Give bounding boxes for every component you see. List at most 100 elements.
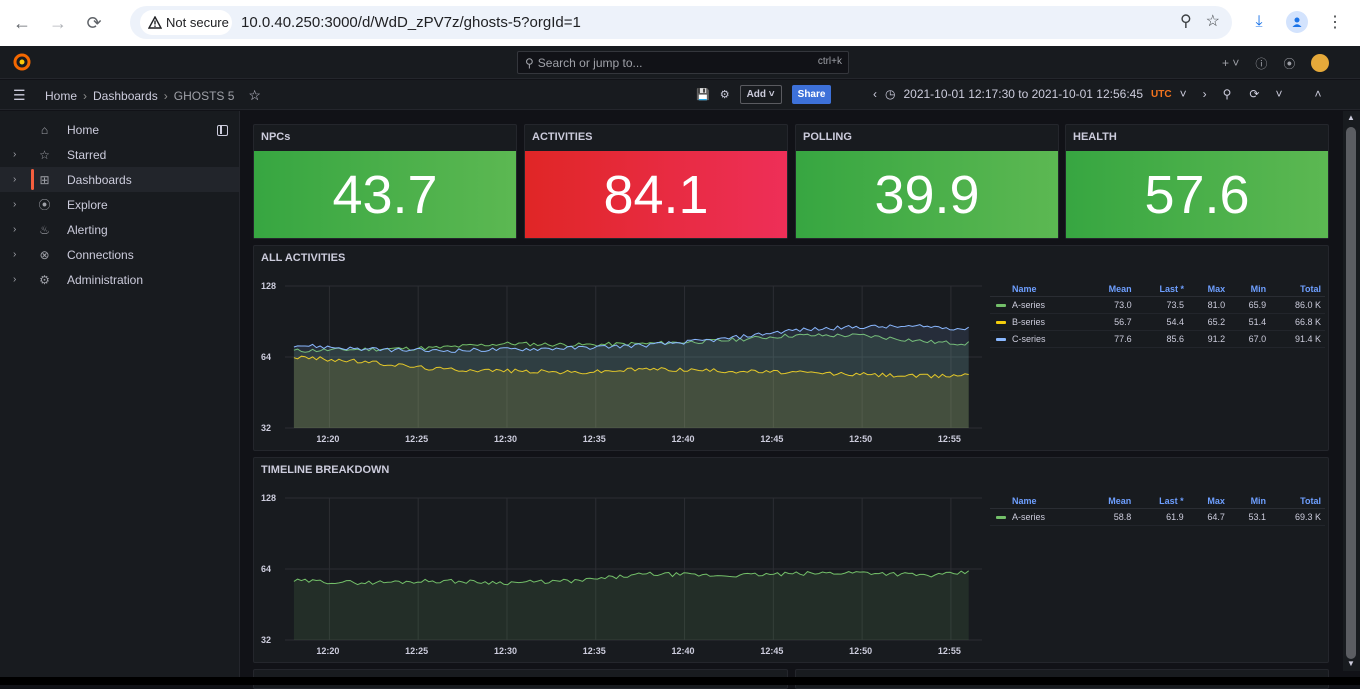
stat-panel-npcs[interactable]: NPCs 43.7 bbox=[253, 124, 517, 239]
legend-header-last[interactable]: Last * bbox=[1135, 282, 1189, 297]
star-icon[interactable]: ☆ bbox=[248, 87, 261, 104]
legend-row[interactable]: B-series 56.7 54.4 65.2 51.4 66.8 K bbox=[990, 313, 1325, 331]
legend-header-name[interactable]: Name bbox=[990, 494, 1086, 509]
time-picker[interactable]: ‹ ◷ 2021-10-01 12:17:30 to 2021-10-01 12… bbox=[873, 87, 1321, 101]
x-tick-label: 12:25 bbox=[405, 646, 428, 656]
forward-icon[interactable]: → bbox=[44, 9, 72, 37]
min-cell: 65.9 bbox=[1229, 296, 1271, 314]
breadcrumb-home[interactable]: Home bbox=[45, 89, 77, 103]
x-tick-label: 12:35 bbox=[583, 434, 606, 444]
chevron-right-icon[interactable]: › bbox=[13, 174, 16, 185]
add-button[interactable]: Add ˅ bbox=[739, 85, 782, 104]
grafana-logo-icon[interactable] bbox=[13, 53, 31, 71]
security-chip[interactable]: Not secure bbox=[140, 10, 232, 35]
stat-value: 84.1 bbox=[525, 151, 787, 238]
legend-header-total[interactable]: Total bbox=[1270, 282, 1325, 297]
help-icon[interactable]: ⓘ bbox=[1255, 55, 1267, 72]
legend-header-mean[interactable]: Mean bbox=[1085, 494, 1136, 509]
reload-icon[interactable]: ⟳ bbox=[80, 9, 108, 37]
sidebar-item-starred[interactable]: › ☆ Starred bbox=[0, 142, 239, 167]
legend-row[interactable]: C-series 77.6 85.6 91.2 67.0 91.4 K bbox=[990, 330, 1325, 348]
chevron-right-icon: › bbox=[83, 88, 88, 103]
stat-panel-health[interactable]: HEALTH 57.6 bbox=[1065, 124, 1329, 239]
bookmark-star-icon[interactable]: ☆ bbox=[1206, 11, 1220, 31]
max-cell: 81.0 bbox=[1188, 296, 1230, 314]
timeseries-panel-timeline-breakdown[interactable]: TIMELINE BREAKDOWN 32 64 128 12:20 12:25 12:3… bbox=[253, 457, 1329, 663]
series-swatch bbox=[996, 338, 1006, 342]
chevron-right-icon[interactable]: › bbox=[13, 274, 16, 285]
legend-row[interactable]: A-series 73.0 73.5 81.0 65.9 86.0 K bbox=[990, 296, 1325, 314]
legend-header-min[interactable]: Min bbox=[1229, 282, 1271, 297]
sidebar-item-connections[interactable]: › ⊗ Connections bbox=[0, 242, 239, 267]
new-menu-button[interactable]: + ˅ bbox=[1222, 56, 1239, 70]
legend-table: Name Mean Last * Max Min Total A-series … bbox=[990, 494, 1325, 526]
x-tick-label: 12:50 bbox=[849, 646, 872, 656]
plug-icon: ⊗ bbox=[39, 247, 50, 262]
legend-header-name[interactable]: Name bbox=[990, 282, 1086, 297]
kebab-menu-icon[interactable]: ⋮ bbox=[1322, 9, 1348, 35]
legend-row[interactable]: A-series 58.8 61.9 64.7 53.1 69.3 K bbox=[990, 508, 1325, 526]
back-icon[interactable]: ← bbox=[8, 9, 36, 37]
sidebar-item-alerting[interactable]: › ♨ Alerting bbox=[0, 217, 239, 242]
time-forward-icon[interactable]: › bbox=[1203, 87, 1207, 101]
last-cell: 61.9 bbox=[1135, 508, 1188, 526]
legend-header-total[interactable]: Total bbox=[1270, 494, 1325, 509]
x-tick-label: 12:20 bbox=[316, 646, 339, 656]
download-icon[interactable]: ⤓ bbox=[1246, 9, 1272, 35]
sidebar-item-label: Starred bbox=[67, 147, 107, 162]
sidebar-item-dashboards[interactable]: › ⊞ Dashboards bbox=[0, 167, 239, 192]
scrollbar[interactable]: ▲ ▼ bbox=[1343, 111, 1360, 671]
series-area bbox=[293, 324, 969, 428]
chevron-right-icon[interactable]: › bbox=[13, 249, 16, 260]
settings-icon[interactable]: ⚙ bbox=[720, 88, 730, 101]
y-tick-label: 32 bbox=[261, 423, 271, 433]
scroll-up-icon[interactable]: ▲ bbox=[1347, 113, 1355, 122]
stat-panel-activities[interactable]: ACTIVITIES 84.1 bbox=[524, 124, 788, 239]
zoom-icon[interactable]: ⚲ bbox=[1180, 11, 1192, 31]
search-input[interactable]: ⚲ Search or jump to... ctrl+k bbox=[517, 51, 849, 74]
mean-cell: 77.6 bbox=[1085, 330, 1136, 348]
sidebar-item-label: Dashboards bbox=[67, 172, 132, 187]
sidebar-item-label: Alerting bbox=[67, 222, 108, 237]
total-cell: 86.0 K bbox=[1270, 296, 1325, 314]
timeseries-panel-all-activities[interactable]: ALL ACTIVITIES 32 64 128 12:20 12:25 12:30 12:… bbox=[253, 245, 1329, 451]
legend-header-min[interactable]: Min bbox=[1228, 494, 1271, 509]
user-avatar[interactable] bbox=[1311, 54, 1330, 72]
sidebar-item-explore[interactable]: › ⦿ Explore bbox=[0, 192, 239, 217]
all-activities-chart[interactable]: 32 64 128 12:20 12:25 12:30 12:35 12:40 12:45 12:… bbox=[254, 246, 994, 452]
breadcrumb-dashboards[interactable]: Dashboards bbox=[93, 89, 158, 103]
dock-menu-icon[interactable] bbox=[217, 125, 228, 136]
legend-header-mean[interactable]: Mean bbox=[1085, 282, 1136, 297]
sidebar: ⌂ Home › ☆ Starred › ⊞ Dashboards › ⦿ Ex… bbox=[0, 111, 240, 685]
share-button[interactable]: Share bbox=[791, 85, 832, 104]
profile-icon[interactable] bbox=[1284, 9, 1310, 35]
legend-header-last[interactable]: Last * bbox=[1135, 494, 1188, 509]
chevron-right-icon[interactable]: › bbox=[13, 199, 16, 210]
x-tick-label: 12:40 bbox=[672, 434, 695, 444]
refresh-interval-icon[interactable]: ˅ bbox=[1275, 87, 1282, 101]
scrollbar-thumb[interactable] bbox=[1346, 127, 1356, 659]
legend-header-max[interactable]: Max bbox=[1187, 494, 1229, 509]
chevron-right-icon[interactable]: › bbox=[13, 149, 16, 160]
series-name: C-series bbox=[1012, 334, 1046, 344]
scroll-down-icon[interactable]: ▼ bbox=[1347, 659, 1355, 668]
menu-icon[interactable]: ☰ bbox=[13, 87, 26, 104]
legend-header-max[interactable]: Max bbox=[1188, 282, 1230, 297]
save-icon[interactable]: 💾 bbox=[696, 88, 710, 101]
address-bar[interactable]: Not secure 10.0.40.250:3000/d/WdD_zPV7z/… bbox=[130, 6, 1232, 39]
time-back-icon[interactable]: ‹ bbox=[873, 87, 877, 101]
collapse-icon[interactable]: ˄ bbox=[1314, 87, 1321, 101]
mean-cell: 56.7 bbox=[1085, 313, 1136, 331]
refresh-icon[interactable]: ⟳ bbox=[1249, 87, 1259, 101]
zoom-out-icon[interactable]: ⚲ bbox=[1223, 87, 1232, 101]
x-tick-label: 12:40 bbox=[672, 646, 695, 656]
stat-panel-polling[interactable]: POLLING 39.9 bbox=[795, 124, 1059, 239]
sidebar-item-administration[interactable]: › ⚙ Administration bbox=[0, 267, 239, 292]
timeline-breakdown-chart[interactable]: 32 64 128 12:20 12:25 12:30 12:35 12:40 12:45 12:… bbox=[254, 458, 994, 664]
legend-table: Name Mean Last * Max Min Total A-series … bbox=[990, 282, 1325, 348]
stat-value: 39.9 bbox=[796, 151, 1058, 238]
chevron-right-icon[interactable]: › bbox=[13, 224, 16, 235]
x-tick-label: 12:55 bbox=[938, 646, 961, 656]
sidebar-item-home[interactable]: ⌂ Home bbox=[0, 117, 239, 142]
news-feed-icon[interactable]: ⦿ bbox=[1283, 55, 1295, 72]
